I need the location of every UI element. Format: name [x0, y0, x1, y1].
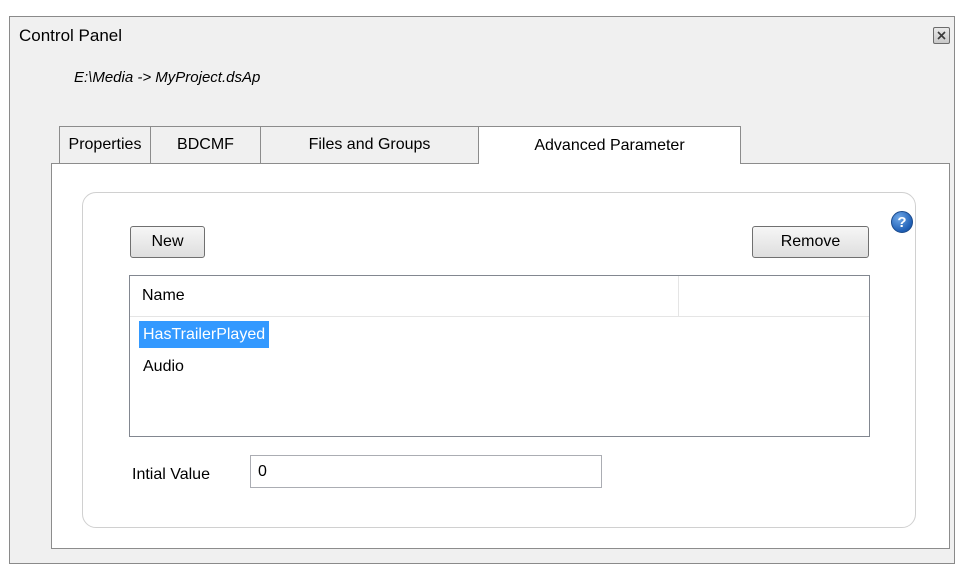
list-item-hastrailerplayed[interactable]: HasTrailerPlayed [139, 321, 270, 348]
tab-bdcmf[interactable]: BDCMF [150, 126, 261, 163]
column-header-name[interactable]: Name [130, 276, 679, 316]
list-header: Name [130, 276, 869, 317]
title-bar: Control Panel [10, 17, 954, 55]
window-title: Control Panel [19, 26, 123, 45]
advanced-parameter-panel: ? New Remove Name HasTrailerPlayed Audio… [51, 163, 950, 549]
initial-value-input[interactable] [250, 455, 602, 488]
close-button[interactable] [933, 27, 950, 44]
close-icon [937, 31, 946, 40]
remove-button[interactable]: Remove [752, 226, 869, 258]
control-panel-window: Control Panel E:\Media -> MyProject.dsAp… [9, 16, 955, 564]
list-item-audio[interactable]: Audio [139, 353, 188, 380]
help-icon[interactable]: ? [891, 211, 913, 233]
new-button[interactable]: New [130, 226, 205, 258]
column-header-empty[interactable] [679, 276, 869, 316]
parameter-list[interactable]: Name HasTrailerPlayed Audio [129, 275, 870, 437]
project-path: E:\Media -> MyProject.dsAp [74, 69, 261, 86]
tab-properties[interactable]: Properties [59, 126, 151, 163]
tab-files-and-groups[interactable]: Files and Groups [260, 126, 479, 163]
tab-advanced-parameter[interactable]: Advanced Parameter [478, 126, 741, 164]
initial-value-label: Intial Value [132, 466, 210, 483]
